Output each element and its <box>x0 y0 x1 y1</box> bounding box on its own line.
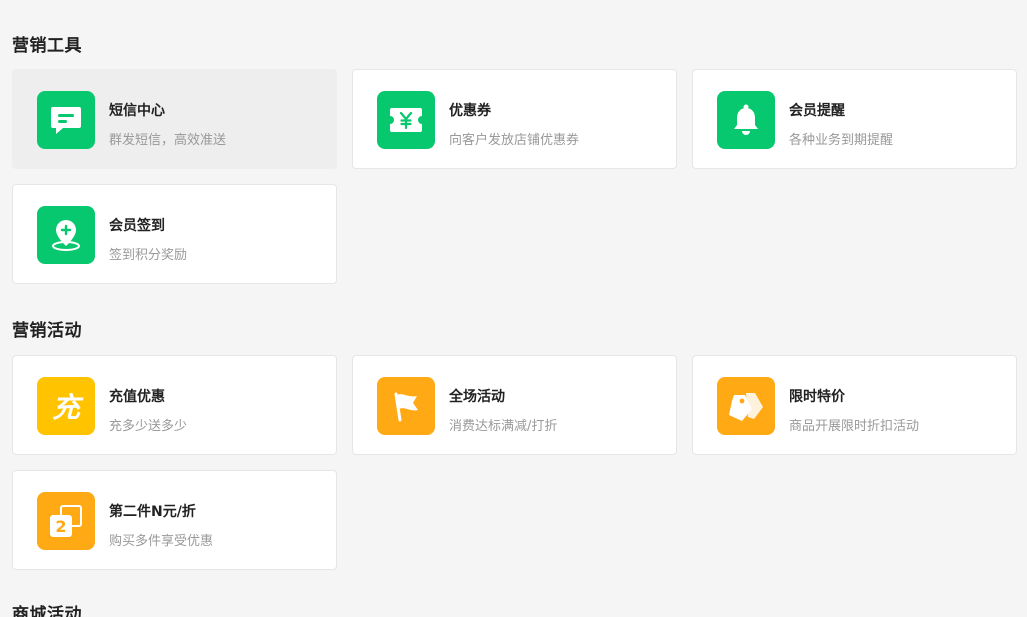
tool-card-coupon[interactable]: 优惠券 向客户发放店铺优惠券 <box>352 69 677 169</box>
price-tag-icon <box>717 377 775 435</box>
activity-card-recharge-discount[interactable]: 充 充值优惠 充多少送多少 <box>12 355 337 455</box>
tool-desc: 向客户发放店铺优惠券 <box>449 133 580 148</box>
tool-desc: 签到积分奖励 <box>109 248 188 263</box>
location-checkin-icon <box>37 206 95 264</box>
bell-icon <box>717 91 775 149</box>
section-title-marketing-activities: 营销活动 <box>12 321 82 341</box>
tool-name: 短信中心 <box>109 103 165 119</box>
tool-name: 会员签到 <box>109 218 165 234</box>
section-title-mall-activities: 商城活动 <box>12 605 82 617</box>
activity-desc: 消费达标满减/打折 <box>449 419 558 434</box>
marketing-page: 营销工具 短信中心 群发短信，高效准送 优惠券 向客户发放店铺优惠券 会员提醒 … <box>0 0 1027 617</box>
number-two-glyph: 2 <box>50 515 72 537</box>
tool-name: 优惠券 <box>449 103 491 119</box>
activity-desc: 购买多件享受优惠 <box>109 534 214 549</box>
activity-card-flash-sale[interactable]: 限时特价 商品开展限时折扣活动 <box>692 355 1017 455</box>
activity-name: 第二件N元/折 <box>109 504 196 520</box>
activity-name: 限时特价 <box>789 389 845 405</box>
tool-card-member-reminder[interactable]: 会员提醒 各种业务到期提醒 <box>692 69 1017 169</box>
sms-chat-icon <box>37 91 95 149</box>
second-item-icon: 2 <box>37 492 95 550</box>
tool-desc: 各种业务到期提醒 <box>789 133 894 148</box>
activity-name: 全场活动 <box>449 389 505 405</box>
activity-card-second-item[interactable]: 2 第二件N元/折 购买多件享受优惠 <box>12 470 337 570</box>
section-title-marketing-tools: 营销工具 <box>12 36 82 56</box>
tool-card-sms-center[interactable]: 短信中心 群发短信，高效准送 <box>12 69 337 169</box>
tool-card-member-checkin[interactable]: 会员签到 签到积分奖励 <box>12 184 337 284</box>
second-item-icon-graphic: 2 <box>50 505 82 537</box>
activity-desc: 充多少送多少 <box>109 419 188 434</box>
flag-icon <box>377 377 435 435</box>
activity-name: 充值优惠 <box>109 389 165 405</box>
tool-desc: 群发短信，高效准送 <box>109 133 227 148</box>
recharge-icon-glyph: 充 <box>51 391 80 424</box>
activity-desc: 商品开展限时折扣活动 <box>789 419 920 434</box>
coupon-yen-icon <box>377 91 435 149</box>
tool-name: 会员提醒 <box>789 103 845 119</box>
activity-card-store-wide[interactable]: 全场活动 消费达标满减/打折 <box>352 355 677 455</box>
recharge-icon: 充 <box>37 377 95 435</box>
